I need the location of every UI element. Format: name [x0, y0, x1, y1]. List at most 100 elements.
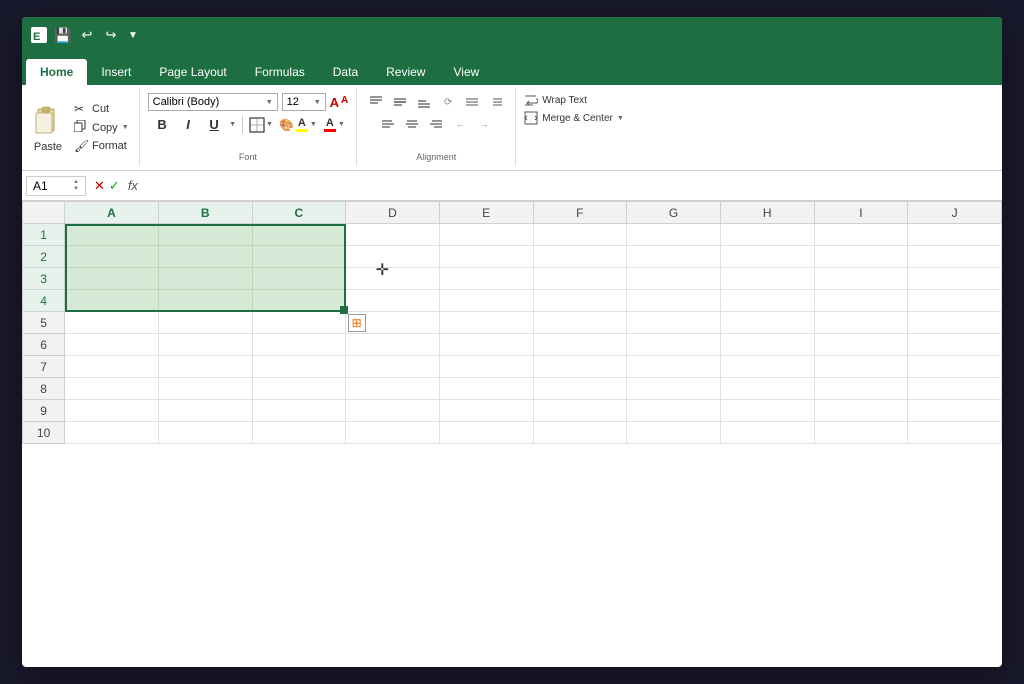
cell-C2[interactable]	[252, 246, 346, 268]
row-header-6[interactable]: 6	[23, 334, 65, 356]
cancel-formula-icon[interactable]: ✕	[94, 178, 105, 194]
cell-reference-box[interactable]: A1 ▲ ▼	[26, 176, 86, 196]
cell-F2[interactable]	[533, 246, 627, 268]
cell-D1[interactable]	[346, 224, 440, 246]
paste-button[interactable]: Paste	[30, 103, 66, 153]
cell-A8[interactable]	[65, 378, 159, 400]
cell-C6[interactable]	[252, 334, 346, 356]
cell-A1[interactable]	[65, 224, 159, 246]
tab-home[interactable]: Home	[26, 59, 87, 85]
cell-B3[interactable]	[158, 268, 252, 290]
cell-E5[interactable]	[439, 312, 533, 334]
formula-input[interactable]	[142, 179, 998, 193]
align-center-button[interactable]	[401, 115, 423, 133]
underline-button[interactable]: U	[203, 115, 225, 134]
tab-insert[interactable]: Insert	[87, 59, 145, 85]
cut-button[interactable]: ✂ Cut	[72, 101, 131, 117]
cell-H10[interactable]	[720, 422, 814, 444]
col-header-D[interactable]: D	[346, 202, 440, 224]
cell-F9[interactable]	[533, 400, 627, 422]
cell-B6[interactable]	[158, 334, 252, 356]
col-header-H[interactable]: H	[720, 202, 814, 224]
font-family-select[interactable]: Calibri (Body) ▼	[148, 93, 278, 111]
indent-decrease-button[interactable]	[461, 93, 483, 111]
cell-F8[interactable]	[533, 378, 627, 400]
cell-G4[interactable]	[627, 290, 721, 312]
cell-G6[interactable]	[627, 334, 721, 356]
highlight-color-button[interactable]: 🎨 A ▼	[279, 117, 317, 132]
borders-dropdown[interactable]: ▼	[266, 121, 273, 128]
underline-dropdown[interactable]: ▼	[229, 121, 236, 128]
cell-E1[interactable]	[439, 224, 533, 246]
cell-I8[interactable]	[814, 378, 908, 400]
cell-A10[interactable]	[65, 422, 159, 444]
redo-icon[interactable]: ↪	[102, 26, 120, 44]
cell-J1[interactable]	[908, 224, 1002, 246]
cell-H6[interactable]	[720, 334, 814, 356]
cell-B9[interactable]	[158, 400, 252, 422]
highlight-dropdown[interactable]: ▼	[310, 121, 317, 128]
decrease-indent-button[interactable]: ←	[449, 115, 471, 133]
cell-F10[interactable]	[533, 422, 627, 444]
copy-button[interactable]: Copy ▼	[72, 119, 131, 136]
cell-H9[interactable]	[720, 400, 814, 422]
col-header-E[interactable]: E	[439, 202, 533, 224]
cell-B8[interactable]	[158, 378, 252, 400]
cell-J5[interactable]	[908, 312, 1002, 334]
align-top-button[interactable]	[365, 93, 387, 111]
align-left-button[interactable]	[377, 115, 399, 133]
cell-G2[interactable]	[627, 246, 721, 268]
cell-J3[interactable]	[908, 268, 1002, 290]
row-header-2[interactable]: 2	[23, 246, 65, 268]
increase-indent-button[interactable]: →	[473, 115, 495, 133]
cell-C7[interactable]	[252, 356, 346, 378]
undo-icon[interactable]: ↩	[78, 26, 96, 44]
quick-access-dropdown[interactable]: ▼	[128, 30, 138, 41]
cell-I5[interactable]	[814, 312, 908, 334]
cell-H1[interactable]	[720, 224, 814, 246]
cell-D9[interactable]	[346, 400, 440, 422]
cell-J4[interactable]	[908, 290, 1002, 312]
cell-I6[interactable]	[814, 334, 908, 356]
cell-E4[interactable]	[439, 290, 533, 312]
col-header-I[interactable]: I	[814, 202, 908, 224]
font-size-select[interactable]: 12 ▼	[282, 93, 326, 111]
col-header-F[interactable]: F	[533, 202, 627, 224]
cell-E3[interactable]	[439, 268, 533, 290]
col-header-J[interactable]: J	[908, 202, 1002, 224]
merge-dropdown-arrow[interactable]: ▼	[617, 115, 624, 122]
indent-increase-button[interactable]	[485, 93, 507, 111]
col-header-B[interactable]: B	[158, 202, 252, 224]
cell-D7[interactable]	[346, 356, 440, 378]
cell-E2[interactable]	[439, 246, 533, 268]
cell-H8[interactable]	[720, 378, 814, 400]
cell-F1[interactable]	[533, 224, 627, 246]
tab-page-layout[interactable]: Page Layout	[145, 59, 240, 85]
cell-G7[interactable]	[627, 356, 721, 378]
cell-J2[interactable]	[908, 246, 1002, 268]
cell-A3[interactable]	[65, 268, 159, 290]
cell-H5[interactable]	[720, 312, 814, 334]
cell-H4[interactable]	[720, 290, 814, 312]
cell-G10[interactable]	[627, 422, 721, 444]
align-bottom-button[interactable]	[413, 93, 435, 111]
cell-G9[interactable]	[627, 400, 721, 422]
font-color-button[interactable]: A ▼	[323, 117, 345, 132]
cell-I4[interactable]	[814, 290, 908, 312]
cell-C8[interactable]	[252, 378, 346, 400]
cell-D3[interactable]	[346, 268, 440, 290]
row-header-5[interactable]: 5	[23, 312, 65, 334]
cell-F4[interactable]	[533, 290, 627, 312]
cell-I3[interactable]	[814, 268, 908, 290]
tab-review[interactable]: Review	[372, 59, 439, 85]
italic-button[interactable]: I	[177, 115, 199, 134]
tab-formulas[interactable]: Formulas	[241, 59, 319, 85]
cell-E8[interactable]	[439, 378, 533, 400]
row-header-10[interactable]: 10	[23, 422, 65, 444]
cell-A2[interactable]	[65, 246, 159, 268]
borders-button[interactable]: ▼	[249, 117, 273, 133]
cell-I7[interactable]	[814, 356, 908, 378]
cell-F7[interactable]	[533, 356, 627, 378]
cell-B2[interactable]	[158, 246, 252, 268]
cell-A6[interactable]	[65, 334, 159, 356]
